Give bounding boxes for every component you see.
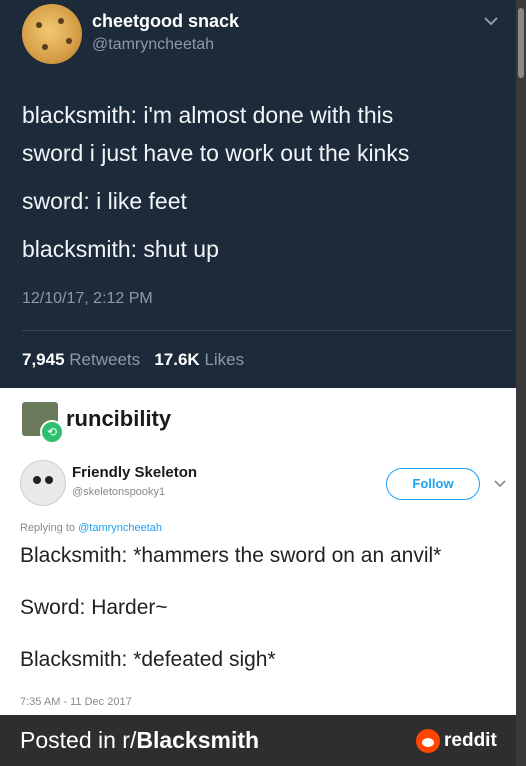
reddit-logo-icon: [416, 729, 440, 753]
replying-to: Replying to @tamryncheetah: [20, 522, 162, 534]
user-handle[interactable]: @tamryncheetah: [92, 36, 214, 54]
scrollbar-thumb[interactable]: [518, 8, 524, 78]
subreddit-name[interactable]: Blacksmith: [136, 727, 259, 753]
cheetah-avatar[interactable]: [22, 4, 82, 64]
original-tweet: cheetgood snack @tamryncheetah blacksmit…: [0, 0, 516, 388]
replying-prefix: Replying to: [20, 522, 76, 534]
posted-prefix: Posted in r/: [20, 727, 137, 753]
retweeter-name[interactable]: runcibility: [66, 406, 171, 432]
retweets-count[interactable]: 7,945: [22, 350, 65, 369]
scrollbar[interactable]: [516, 0, 526, 766]
replying-handle[interactable]: @tamryncheetah: [78, 522, 162, 534]
retweet-icon: ⟲: [40, 420, 64, 444]
reply-line: Blacksmith: *hammers the sword on an anv…: [20, 544, 442, 567]
reddit-brand: reddit: [444, 730, 497, 751]
user-handle[interactable]: @skeletonspooky1: [72, 486, 165, 498]
tweet-stats: 7,945 Retweets 17.6K Likes: [22, 350, 244, 370]
follow-button[interactable]: Follow: [386, 468, 480, 500]
likes-count[interactable]: 17.6K: [154, 350, 199, 369]
retweets-label[interactable]: Retweets: [69, 350, 140, 369]
tweet-text: blacksmith: i'm almost done with this sw…: [22, 96, 502, 268]
posted-in: Posted in r/Blacksmith: [20, 727, 259, 754]
display-name[interactable]: Friendly Skeleton: [72, 464, 197, 481]
chevron-down-icon[interactable]: [482, 12, 500, 30]
reply-timestamp[interactable]: 7:35 AM - 11 Dec 2017: [20, 696, 132, 708]
tweet-line: sword: i like feet: [22, 188, 187, 214]
display-name[interactable]: cheetgood snack: [92, 11, 239, 32]
skeleton-avatar[interactable]: [20, 460, 66, 506]
reply-line: Blacksmith: *defeated sigh*: [20, 648, 276, 671]
likes-label[interactable]: Likes: [204, 350, 244, 369]
tweet-line: blacksmith: shut up: [22, 236, 219, 262]
reply-screenshot: ⟲ runcibility Friendly Skeleton @skeleto…: [0, 388, 516, 715]
reply-line: Sword: Harder~: [20, 596, 168, 619]
tweet-timestamp[interactable]: 12/10/17, 2:12 PM: [22, 290, 153, 308]
reply-text: Blacksmith: *hammers the sword on an anv…: [20, 542, 510, 698]
tweet-line: sword i just have to work out the kinks: [22, 140, 410, 166]
divider: [22, 330, 512, 331]
reddit-footer: Posted in r/Blacksmith reddit: [0, 715, 516, 766]
tweet-line: blacksmith: i'm almost done with this: [22, 102, 394, 128]
chevron-down-icon[interactable]: [493, 476, 507, 490]
